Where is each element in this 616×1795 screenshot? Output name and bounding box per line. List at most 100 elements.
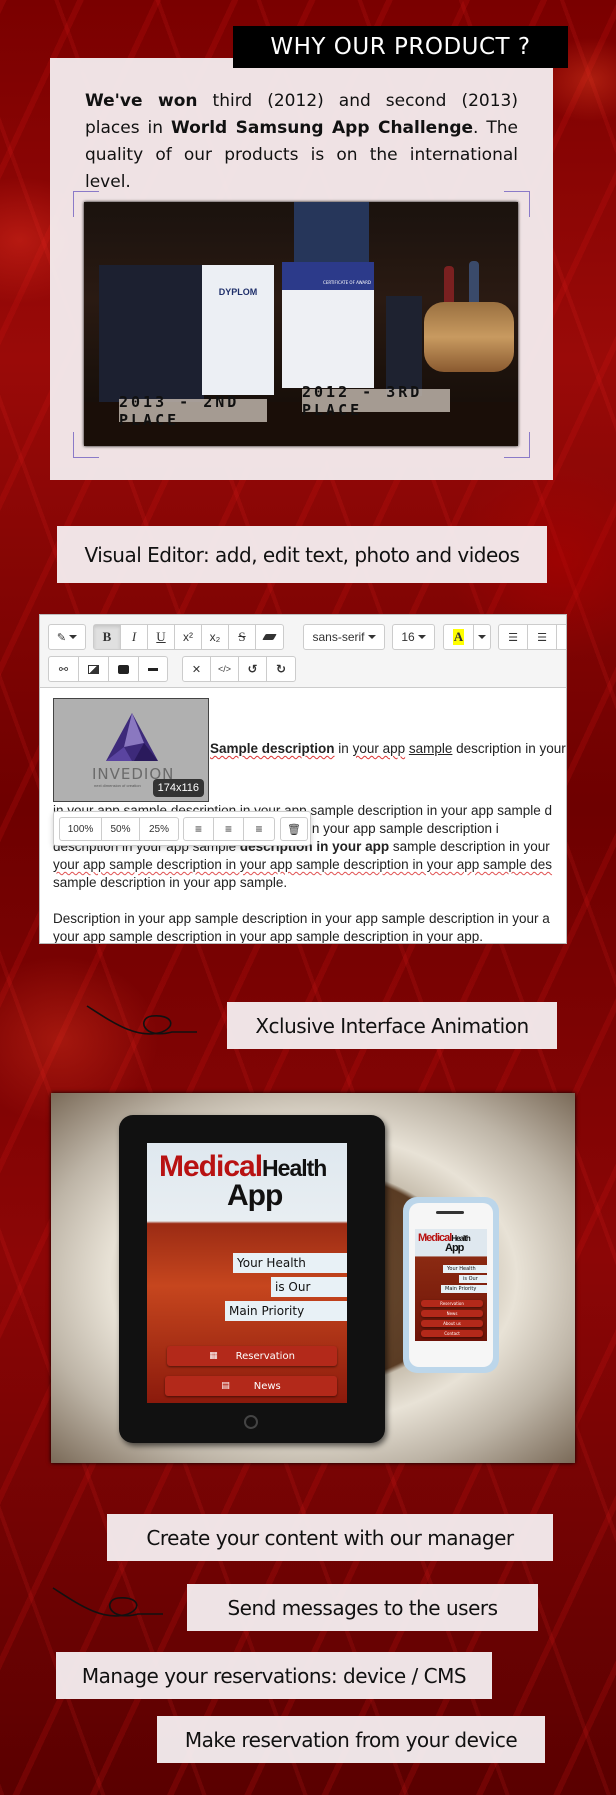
- horizontal-rule-button[interactable]: [139, 657, 167, 681]
- content-paragraph-2: Description in your app sample descripti…: [53, 910, 550, 943]
- paragraph-line: Description in your app sample descripti…: [53, 911, 550, 926]
- code-view-button[interactable]: </>: [211, 657, 239, 681]
- logo-tagline: next dimension of creation: [94, 783, 141, 788]
- text-underlined: sample: [408, 741, 453, 756]
- clear-format-button[interactable]: [256, 625, 283, 649]
- caret-down-icon: [417, 635, 426, 639]
- font-family-group: sans-serif: [303, 624, 385, 650]
- numbered-list-icon: ☰: [537, 630, 547, 644]
- text-bold-we-won: We've won: [85, 91, 198, 111]
- text-bold-challenge: World Samsung App Challenge: [170, 118, 474, 138]
- app-title-app: App: [227, 1179, 283, 1212]
- underline-button[interactable]: U: [148, 625, 175, 649]
- undo-icon: ↺: [247, 662, 258, 676]
- feature-interface-animation: Xclusive Interface Animation: [227, 1002, 557, 1049]
- video-button[interactable]: [109, 657, 139, 681]
- reservation-icon: ▦: [209, 1351, 218, 1361]
- strikethrough-button[interactable]: S: [229, 625, 256, 649]
- award-label-2013: 2013 - 2ND PLACE: [119, 393, 267, 429]
- picture-button[interactable]: [79, 657, 109, 681]
- text-color-button[interactable]: A: [444, 625, 474, 649]
- color-dropdown-button[interactable]: [474, 625, 490, 649]
- heading-bold: Sample description: [210, 741, 335, 756]
- tablet-reservation-button[interactable]: ▦ Reservation: [167, 1346, 337, 1366]
- image-size-25-button[interactable]: 25%: [140, 818, 178, 840]
- align-right-icon: ≡: [224, 822, 232, 836]
- tablet-screen: MedicalHealth App Your Health is Our Mai…: [147, 1143, 347, 1403]
- fullscreen-button[interactable]: ✕: [183, 657, 211, 681]
- image-size-50-button[interactable]: 50%: [102, 818, 140, 840]
- redo-button[interactable]: ↻: [267, 657, 295, 681]
- float-right-button[interactable]: ≡: [214, 818, 244, 840]
- feature-make-reservation: Make reservation from your device: [157, 1716, 545, 1763]
- italic-button[interactable]: I: [121, 625, 148, 649]
- inserted-image[interactable]: INVEDION next dimension of creation 174x…: [53, 698, 209, 802]
- image-size-badge: 174x116: [152, 779, 204, 797]
- paragraph-line: sample description in your app sample.: [53, 875, 288, 890]
- undo-button[interactable]: ↺: [239, 657, 267, 681]
- phone-news-button[interactable]: News: [421, 1310, 483, 1317]
- justify-icon: ≡: [255, 822, 263, 836]
- list-group: ☰ ☰ ≡: [498, 624, 566, 650]
- font-size-value: 16: [401, 630, 415, 644]
- float-none-button[interactable]: ≡: [244, 818, 274, 840]
- caret-down-icon: [69, 635, 78, 639]
- phone-contact-button[interactable]: Contact: [421, 1330, 483, 1337]
- phone-screen: MedicalHealth App Your Health is Our Mai…: [415, 1229, 487, 1341]
- ordered-list-button[interactable]: ☰: [528, 625, 557, 649]
- paragraph-button[interactable]: ≡: [557, 625, 566, 649]
- redo-icon: ↻: [275, 662, 287, 676]
- editor-content[interactable]: INVEDION next dimension of creation 174x…: [40, 689, 566, 943]
- unordered-list-button[interactable]: ☰: [499, 625, 528, 649]
- picture-icon: [88, 664, 99, 674]
- font-family-dropdown[interactable]: sans-serif: [304, 625, 384, 649]
- tablet-news-button[interactable]: ▤ News: [165, 1376, 337, 1396]
- slogan-line: is Our: [459, 1275, 487, 1283]
- image-size-100-button[interactable]: 100%: [60, 818, 102, 840]
- image-size-group: 100% 50% 25%: [59, 817, 179, 841]
- feature-manage-reservations: Manage your reservations: device / CMS: [56, 1652, 492, 1699]
- diploma: DYPLOM: [202, 265, 274, 395]
- slogan-line: Your Health: [443, 1265, 487, 1273]
- color-group: A: [443, 624, 491, 650]
- view-group: ✕ </> ↺ ↻: [182, 656, 296, 682]
- remove-image-button[interactable]: 🗑: [281, 818, 307, 840]
- text-segment: sample description in your: [389, 839, 550, 854]
- why-product-title: WHY OUR PRODUCT ?: [233, 26, 568, 68]
- slogan-line: is Our: [271, 1277, 347, 1297]
- subscript-button[interactable]: x₂: [202, 625, 229, 649]
- bold-button[interactable]: B: [94, 625, 121, 649]
- feature-send-messages: Send messages to the users: [187, 1584, 538, 1631]
- diploma-title: DYPLOM: [218, 287, 258, 297]
- hr-icon: [148, 667, 158, 671]
- font-size-group: 16: [392, 624, 435, 650]
- bullet-list-icon: ☰: [508, 630, 518, 644]
- phone-reservation-button[interactable]: Reservation: [421, 1300, 483, 1307]
- awards-photo: DYPLOM CERTIFICATE OF AWARD 2013 - 2ND P…: [84, 202, 518, 446]
- font-style-group: B I U x² x₂ S: [93, 624, 284, 650]
- text-color-icon: A: [452, 629, 465, 645]
- award-label-2012: 2012 - 3RD PLACE: [302, 383, 450, 419]
- style-dropdown-button[interactable]: ✎: [49, 625, 85, 649]
- devices-photo: MedicalHealth App Your Health is Our Mai…: [51, 1093, 575, 1463]
- font-size-dropdown[interactable]: 16: [393, 625, 434, 649]
- phone-about-button[interactable]: About us: [421, 1320, 483, 1327]
- superscript-button[interactable]: x²: [175, 625, 202, 649]
- align-left-icon: ≡: [194, 822, 202, 836]
- home-button-icon: [244, 1415, 258, 1429]
- button-label: Reservation: [235, 1350, 295, 1362]
- paragraph-line: your app sample description in your app …: [53, 857, 553, 872]
- float-left-button[interactable]: ≡: [184, 818, 214, 840]
- app-title-health: Health: [262, 1155, 327, 1181]
- link-button[interactable]: ⚯: [49, 657, 79, 681]
- caret-down-icon: [478, 635, 486, 639]
- link-icon: ⚯: [58, 662, 69, 676]
- insert-group: ⚯: [48, 656, 168, 682]
- feature-content-manager: Create your content with our manager: [107, 1514, 553, 1561]
- editor-toolbar: ✎ B I U x² x₂ S sans-serif 16 A ☰ ☰ ≡: [40, 615, 566, 688]
- wooden-barrel: [424, 302, 514, 372]
- image-float-group: ≡ ≡ ≡: [183, 817, 275, 841]
- certificate-title: CERTIFICATE OF AWARD: [282, 262, 374, 290]
- visual-editor[interactable]: ✎ B I U x² x₂ S sans-serif 16 A ☰ ☰ ≡: [39, 614, 567, 944]
- image-remove-group: 🗑: [280, 817, 308, 841]
